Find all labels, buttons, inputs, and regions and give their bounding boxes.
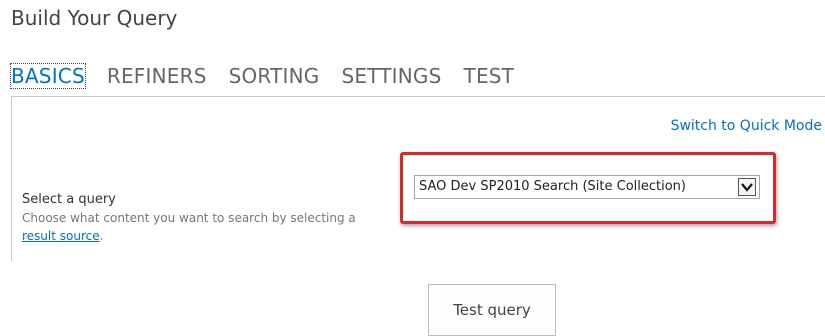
switch-to-quick-mode-link[interactable]: Switch to Quick Mode xyxy=(671,118,822,134)
description-suffix: . xyxy=(99,229,104,243)
panel-divider-top xyxy=(11,96,825,97)
test-query-button[interactable]: Test query xyxy=(428,284,556,336)
dialog-title: Build Your Query xyxy=(11,6,178,30)
dropdown-button[interactable] xyxy=(738,178,756,196)
tab-settings[interactable]: SETTINGS xyxy=(341,64,441,88)
result-source-link[interactable]: result source xyxy=(22,229,100,243)
chevron-down-icon xyxy=(741,183,753,192)
tab-test[interactable]: TEST xyxy=(464,64,515,88)
tab-sorting[interactable]: SORTING xyxy=(229,64,320,88)
tab-bar: BASICS REFINERS SORTING SETTINGS TEST xyxy=(10,63,515,89)
select-query-label: Select a query xyxy=(22,192,116,207)
tab-refiners[interactable]: REFINERS xyxy=(107,64,207,88)
query-select-value: SAO Dev SP2010 Search (Site Collection) xyxy=(419,179,686,194)
select-query-description: Choose what content you want to search b… xyxy=(22,209,362,245)
tab-basics[interactable]: BASICS xyxy=(10,63,86,89)
query-select[interactable]: SAO Dev SP2010 Search (Site Collection) xyxy=(414,175,760,199)
description-text: Choose what content you want to search b… xyxy=(22,211,356,225)
panel-divider-left xyxy=(11,96,12,261)
